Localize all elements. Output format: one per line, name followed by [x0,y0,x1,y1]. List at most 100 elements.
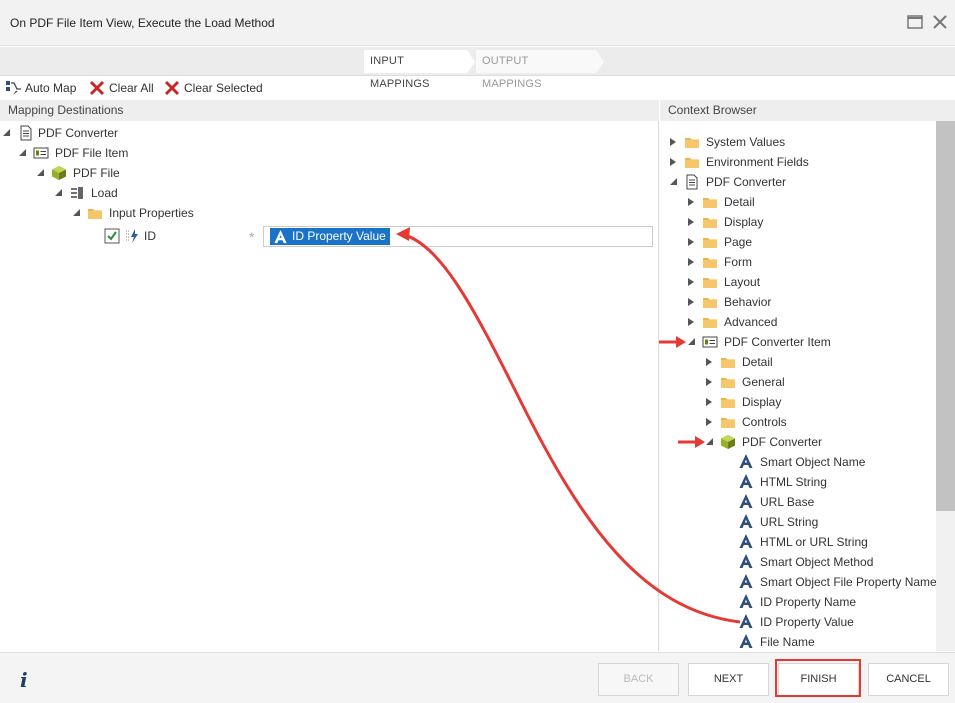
next-button[interactable]: NEXT [688,663,769,696]
tab-input-mappings[interactable]: INPUT MAPPINGS [364,50,467,90]
tree-node-label: General [742,375,785,389]
scrollbar-thumb[interactable] [936,121,955,511]
tree-node-label: Display [724,215,764,229]
vertical-scrollbar[interactable] [936,121,955,651]
text-field-icon [738,613,754,629]
folder-icon [702,214,718,230]
folder-icon [702,194,718,210]
tree-node-label: Environment Fields [706,155,809,169]
tree-node-label: Behavior [724,295,772,309]
auto-map-label: Auto Map [25,81,77,95]
folder-icon [87,205,103,221]
folder-icon [702,314,718,330]
text-field-icon [738,593,754,609]
expand-toggle-icon[interactable] [73,209,80,216]
folder-icon [720,414,736,430]
folder-icon [702,294,718,310]
mapped-value-chip[interactable]: ID Property Value [270,228,390,245]
expand-toggle-icon[interactable] [688,318,694,326]
dialog-footer: i BACK NEXT FINISH CANCEL [0,652,955,703]
folder-icon [720,374,736,390]
clear-selected-label: Clear Selected [184,81,263,95]
folder-icon [720,354,736,370]
context-browser-header: Context Browser [660,100,955,121]
expand-toggle-icon[interactable] [706,398,712,406]
required-asterisk: * [249,229,255,245]
text-field-icon [738,513,754,529]
expand-toggle-icon[interactable] [37,169,44,176]
tree-node-label: Load [91,186,118,200]
step-chevron [467,50,475,73]
expand-toggle-icon[interactable] [670,138,676,146]
folder-icon [702,274,718,290]
tab-output-mappings[interactable]: OUTPUT MAPPINGS [476,50,596,90]
text-field-icon [738,633,754,649]
expand-toggle-icon[interactable] [706,358,712,366]
finish-button[interactable]: FINISH [778,663,859,696]
expand-toggle-icon[interactable] [19,149,26,156]
tree-node-label: HTML String [760,475,827,489]
expand-toggle-icon[interactable] [670,158,676,166]
clear-selected-button[interactable]: Clear Selected [164,79,263,97]
expand-toggle-icon[interactable] [688,238,694,246]
clear-all-label: Clear All [109,81,154,95]
info-icon[interactable]: i [20,668,28,692]
tree-node-label: URL String [760,515,819,529]
tree-node-label: Layout [724,275,761,289]
expand-toggle-icon[interactable] [706,418,712,426]
expand-toggle-icon[interactable] [688,258,694,266]
tree-node-label: Detail [724,195,755,209]
method-icon [69,185,85,201]
back-button[interactable]: BACK [598,663,679,696]
mapping-destinations-header: Mapping Destinations [0,100,659,121]
tree-node-label: Advanced [724,315,778,329]
expand-toggle-icon[interactable] [688,218,694,226]
smartobject-cube-icon [720,434,736,450]
red-x-icon [89,80,105,96]
expand-toggle-icon[interactable] [688,198,694,206]
wizard-steps: INPUT MAPPINGS OUTPUT MAPPINGS [0,47,955,90]
tree-node-label: System Values [706,135,786,149]
expand-toggle-icon[interactable] [688,298,694,306]
view-document-icon [684,174,700,190]
folder-icon [702,254,718,270]
property-icon [124,228,140,244]
dialog-title: On PDF File Item View, Execute the Load … [10,16,275,30]
expand-toggle-icon[interactable] [688,278,694,286]
close-icon[interactable] [931,13,949,31]
expand-toggle-icon[interactable] [706,378,712,386]
id-mapping-field[interactable]: ID Property Value [263,226,653,247]
text-field-icon [738,453,754,469]
text-field-icon [738,573,754,589]
folder-icon [684,134,700,150]
tree-node-label: HTML or URL String [760,535,868,549]
tree-node-label: PDF File [73,166,120,180]
view-document-icon [18,125,34,141]
expand-toggle-icon[interactable] [3,129,10,136]
collapse-toggle-icon[interactable] [688,338,695,345]
text-field-icon [273,229,288,244]
tree-node-label: PDF Converter [38,126,119,140]
checkbox-checked-icon[interactable] [104,228,120,244]
view-item-icon [33,145,49,161]
tree-node-label: Display [742,395,782,409]
folder-icon [684,154,700,170]
tree-node-label: Page [724,235,753,249]
folder-icon [702,234,718,250]
auto-map-button[interactable]: Auto Map [5,79,76,97]
mapping-destinations-pane: PDF Converter PDF File Item PDF File Loa… [0,121,659,651]
red-x-icon [164,80,180,96]
tree-node-label: PDF File Item [55,146,129,160]
step-chevron [596,50,604,73]
tree-node-label: Smart Object Method [760,555,874,569]
clear-all-button[interactable]: Clear All [89,79,154,97]
cancel-button[interactable]: CANCEL [868,663,949,696]
expand-toggle-icon[interactable] [55,189,62,196]
collapse-toggle-icon[interactable] [670,178,677,185]
folder-icon [720,394,736,410]
maximize-icon[interactable] [906,13,924,31]
collapse-toggle-icon[interactable] [706,438,713,445]
tree-node-label: Controls [742,415,787,429]
tree-node-label: ID [144,229,156,243]
tree-node-label: Input Properties [109,206,194,220]
